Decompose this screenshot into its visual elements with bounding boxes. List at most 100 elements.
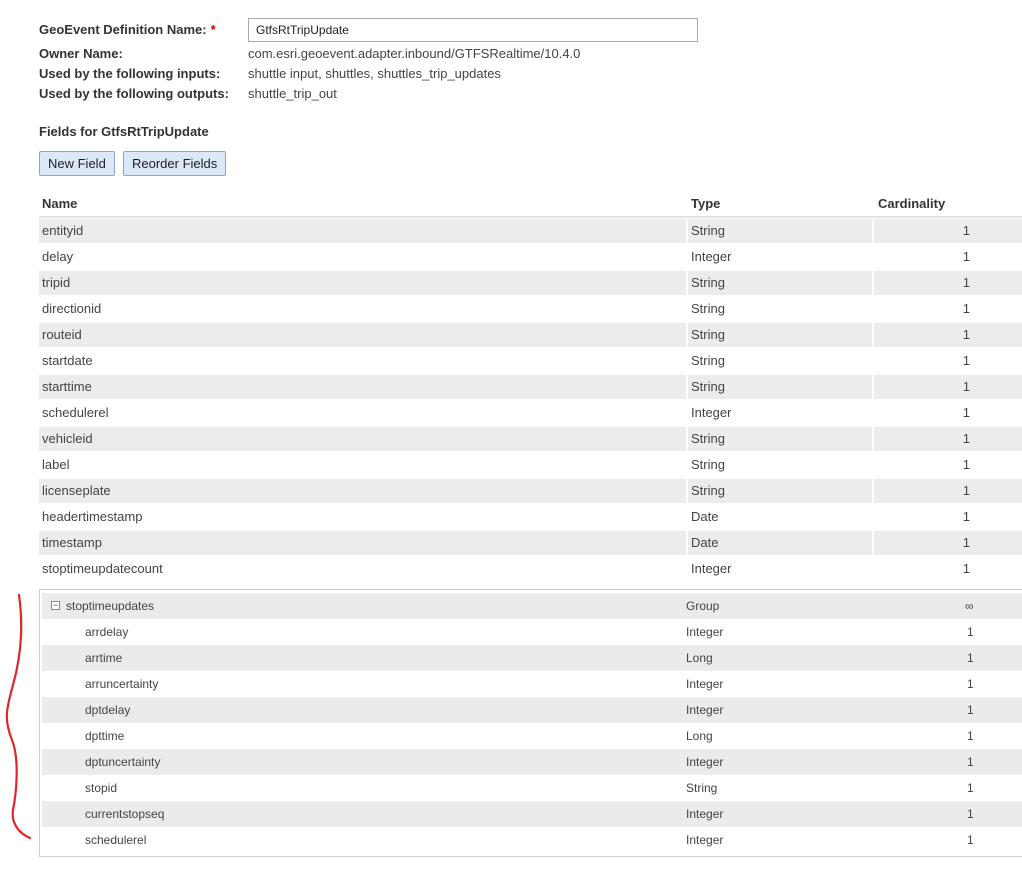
field-name-cell: delay xyxy=(42,249,74,264)
collapse-toggle-icon[interactable]: − xyxy=(51,601,60,610)
field-name-cell: tripid xyxy=(39,271,686,295)
field-type-cell: Integer xyxy=(691,561,732,576)
group-cardinality: ∞ xyxy=(965,599,974,613)
field-cardinality-cell: 1 xyxy=(962,301,970,316)
field-cardinality-cell: 1 xyxy=(962,457,970,472)
group-child-row[interactable]: dptdelay Integer 1 xyxy=(42,697,1022,723)
child-name-cell: arrtime xyxy=(85,651,123,665)
child-type-cell: Integer xyxy=(686,625,724,639)
table-row[interactable]: startdate String 1 xyxy=(39,348,1022,374)
group-name: stoptimeupdates xyxy=(66,599,155,613)
reorder-fields-button[interactable]: Reorder Fields xyxy=(123,151,227,176)
table-row[interactable]: licenseplate String 1 xyxy=(39,478,1022,504)
field-name-cell: vehicleid xyxy=(39,427,686,451)
field-name-cell: routeid xyxy=(39,323,686,347)
child-cardinality-cell: 1 xyxy=(967,755,974,769)
group-child-row[interactable]: currentstopseq Integer 1 xyxy=(42,801,1022,827)
field-type-cell: String xyxy=(688,323,872,347)
field-name-cell: headertimestamp xyxy=(42,509,143,524)
group-child-row[interactable]: arrdelay Integer 1 xyxy=(42,619,1022,645)
field-cardinality-cell: 1 xyxy=(962,509,970,524)
table-row[interactable]: starttime String 1 xyxy=(39,374,1022,400)
field-type-cell: String xyxy=(691,301,725,316)
column-header-name[interactable]: Name xyxy=(42,196,77,211)
annotation-bracket-mark xyxy=(5,593,32,840)
used-by-outputs-label: Used by the following outputs: xyxy=(39,86,229,101)
table-row[interactable]: delay Integer 1 xyxy=(39,244,1022,270)
child-cardinality-cell: 1 xyxy=(967,625,974,639)
field-name-cell: licenseplate xyxy=(39,479,686,503)
definition-name-label-text: GeoEvent Definition Name: xyxy=(39,22,207,37)
group-section: − stoptimeupdates Group ∞ arrdelay Intege… xyxy=(39,589,1022,857)
field-cardinality-cell: 1 xyxy=(874,531,1022,555)
group-child-row[interactable]: dpttime Long 1 xyxy=(42,723,1022,749)
column-header-cardinality[interactable]: Cardinality xyxy=(878,196,945,211)
group-child-row[interactable]: arruncertainty Integer 1 xyxy=(42,671,1022,697)
owner-name-label: Owner Name: xyxy=(39,46,123,61)
group-row-stoptimeupdates[interactable]: − stoptimeupdates Group ∞ xyxy=(42,593,1022,619)
required-marker: * xyxy=(210,22,216,37)
child-type-cell: Integer xyxy=(686,677,724,691)
field-type-cell: Date xyxy=(691,509,719,524)
table-row[interactable]: directionid String 1 xyxy=(39,296,1022,322)
grid-header: Name Type Cardinality xyxy=(39,192,1022,218)
definition-name-input[interactable] xyxy=(248,18,698,42)
child-type-cell: Long xyxy=(686,729,713,743)
child-type-cell: Integer xyxy=(686,833,724,847)
child-name-cell: stopid xyxy=(85,781,118,795)
field-type-cell: String xyxy=(691,353,725,368)
field-cardinality-cell: 1 xyxy=(962,353,970,368)
field-type-cell: String xyxy=(688,219,872,243)
field-type-cell: String xyxy=(688,271,872,295)
table-row[interactable]: timestamp Date 1 xyxy=(39,530,1022,556)
column-header-type[interactable]: Type xyxy=(691,196,720,211)
child-type-cell: Integer xyxy=(686,703,724,717)
field-type-cell: Integer xyxy=(691,249,732,264)
field-type-cell: String xyxy=(688,427,872,451)
child-cardinality-cell: 1 xyxy=(967,703,974,717)
group-type: Group xyxy=(686,599,720,613)
field-cardinality-cell: 1 xyxy=(874,219,1022,243)
table-row[interactable]: stoptimeupdatecount Integer 1 xyxy=(39,556,1022,582)
group-child-row[interactable]: stopid String 1 xyxy=(42,775,1022,801)
owner-name-value: com.esri.geoevent.adapter.inbound/GTFSRe… xyxy=(248,46,581,61)
table-row[interactable]: label String 1 xyxy=(39,452,1022,478)
field-type-cell: Integer xyxy=(691,405,732,420)
field-type-cell: Date xyxy=(688,531,872,555)
field-name-cell: directionid xyxy=(42,301,102,316)
field-type-cell: String xyxy=(688,375,872,399)
table-row[interactable]: vehicleid String 1 xyxy=(39,426,1022,452)
child-name-cell: schedulerel xyxy=(85,833,147,847)
child-cardinality-cell: 1 xyxy=(967,833,974,847)
field-cardinality-cell: 1 xyxy=(874,271,1022,295)
field-cardinality-cell: 1 xyxy=(962,249,970,264)
used-by-inputs-label: Used by the following inputs: xyxy=(39,66,221,81)
field-name-cell: timestamp xyxy=(39,531,686,555)
field-name-cell: stoptimeupdatecount xyxy=(42,561,163,576)
fields-grid: Name Type Cardinality entityid String 1 del… xyxy=(39,192,1022,582)
table-row[interactable]: headertimestamp Date 1 xyxy=(39,504,1022,530)
field-type-cell: String xyxy=(688,479,872,503)
child-name-cell: dptdelay xyxy=(85,703,131,717)
field-cardinality-cell: 1 xyxy=(962,561,970,576)
child-name-cell: arrdelay xyxy=(85,625,129,639)
group-child-row[interactable]: schedulerel Integer 1 xyxy=(42,827,1022,853)
child-name-cell: currentstopseq xyxy=(85,807,165,821)
group-child-row[interactable]: dptuncertainty Integer 1 xyxy=(42,749,1022,775)
child-cardinality-cell: 1 xyxy=(967,781,974,795)
field-name-cell: entityid xyxy=(39,219,686,243)
field-cardinality-cell: 1 xyxy=(874,323,1022,347)
field-name-cell: startdate xyxy=(42,353,93,368)
used-by-outputs-value: shuttle_trip_out xyxy=(248,86,337,101)
new-field-button[interactable]: New Field xyxy=(39,151,115,176)
child-name-cell: dpttime xyxy=(85,729,125,743)
group-child-row[interactable]: arrtime Long 1 xyxy=(42,645,1022,671)
table-row[interactable]: tripid String 1 xyxy=(39,270,1022,296)
child-cardinality-cell: 1 xyxy=(967,807,974,821)
child-name-cell: arruncertainty xyxy=(85,677,159,691)
child-type-cell: Long xyxy=(686,651,713,665)
table-row[interactable]: entityid String 1 xyxy=(39,218,1022,244)
table-row[interactable]: schedulerel Integer 1 xyxy=(39,400,1022,426)
table-row[interactable]: routeid String 1 xyxy=(39,322,1022,348)
child-type-cell: Integer xyxy=(686,807,724,821)
